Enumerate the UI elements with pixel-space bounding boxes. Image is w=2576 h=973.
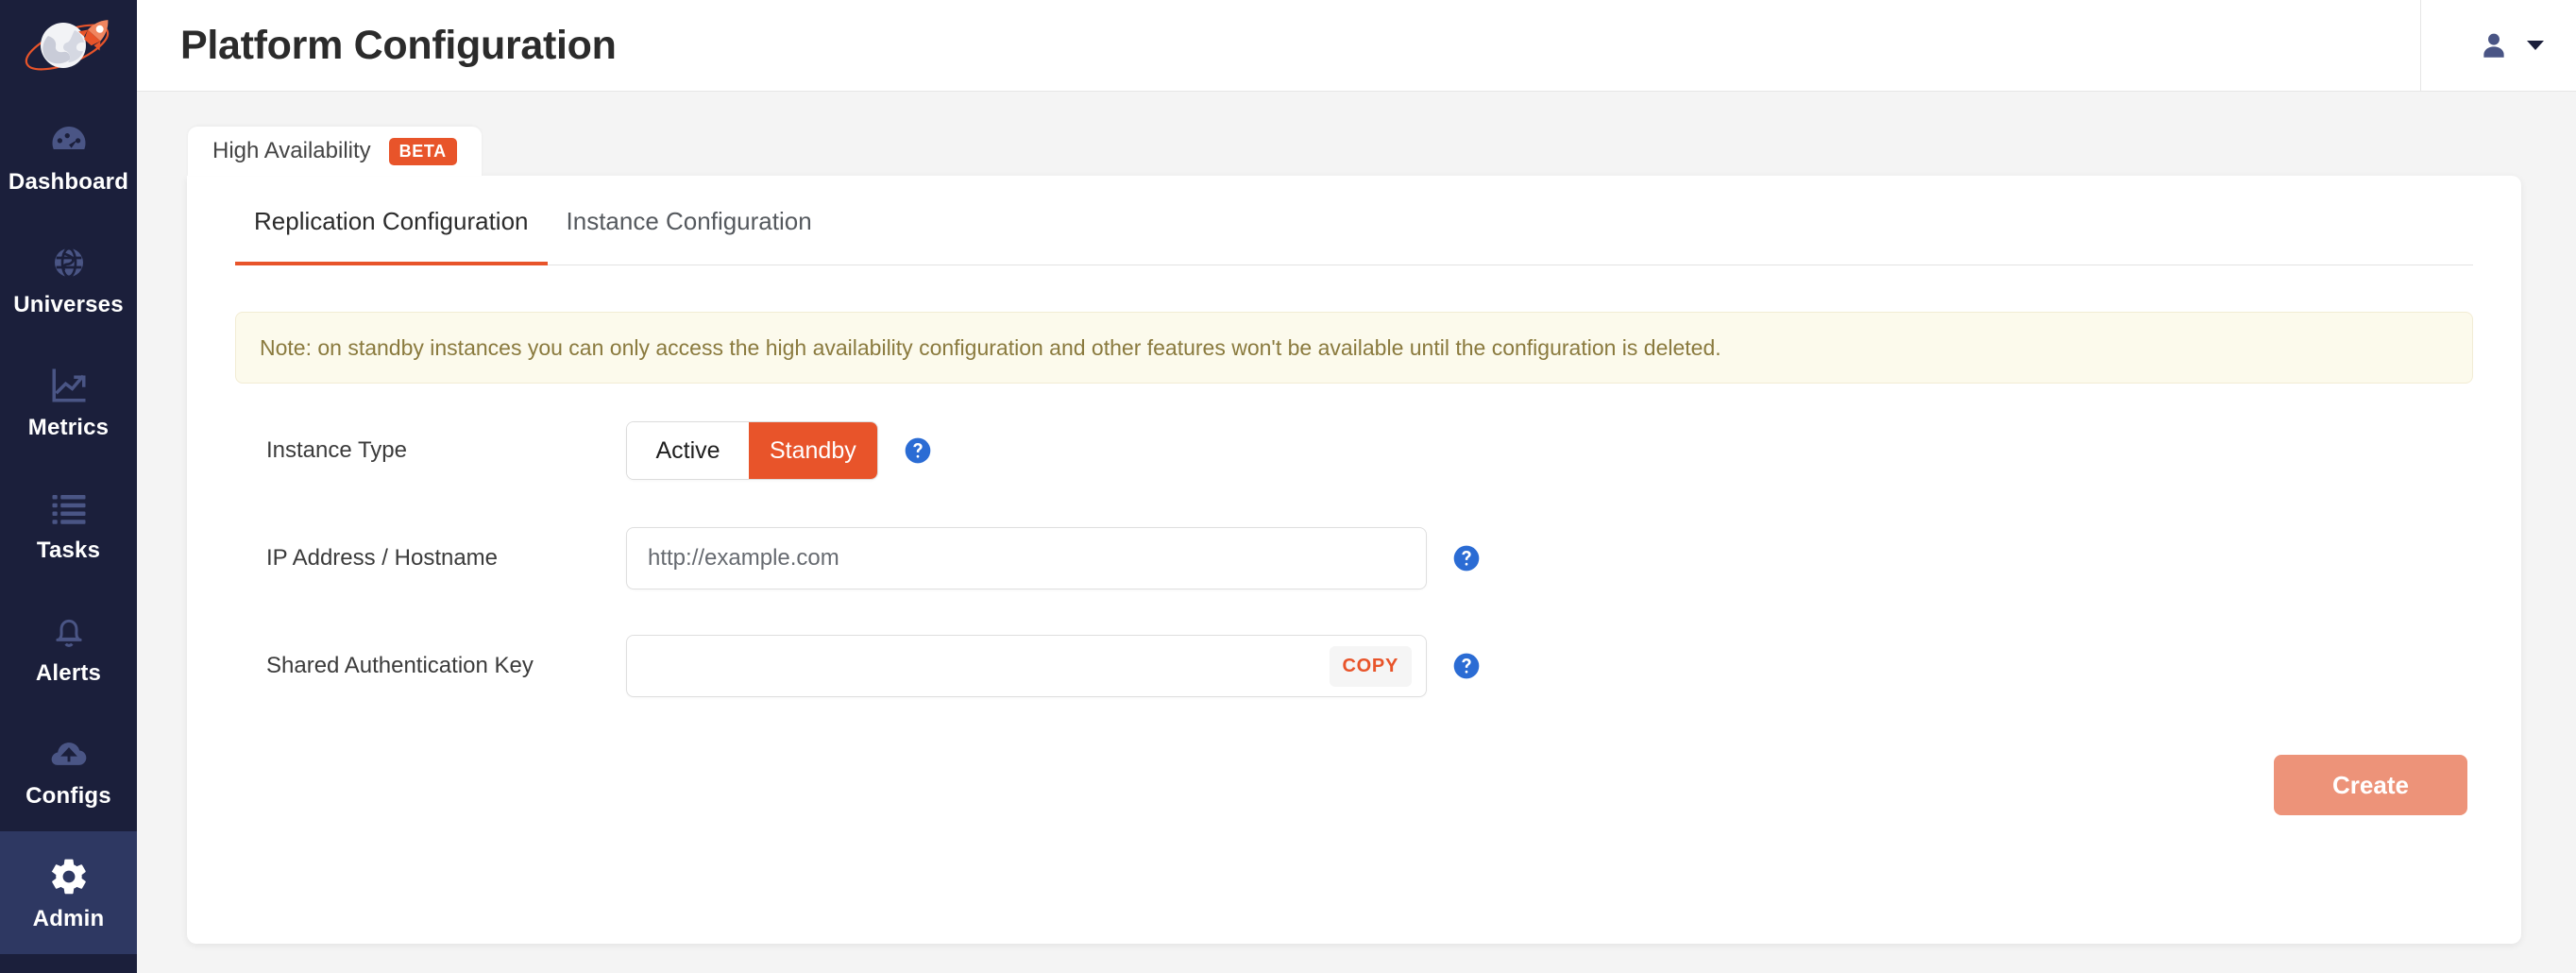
ip-address-label: IP Address / Hostname: [266, 545, 499, 571]
app-logo[interactable]: [0, 0, 137, 94]
replication-config-form: Instance Type Active Standby IP Address …: [235, 384, 2473, 815]
chevron-down-icon: [2527, 40, 2544, 51]
header-divider: [2420, 0, 2421, 92]
yugabyte-rocket-planet-logo: [25, 20, 109, 71]
instance-type-toggle-group[interactable]: Active Standby: [626, 421, 878, 480]
ip-address-input[interactable]: [626, 527, 1427, 589]
user-avatar-icon: [2478, 29, 2510, 61]
main-region: Platform Configuration High Availability…: [137, 0, 2576, 973]
sidebar-item-tasks[interactable]: Tasks: [0, 463, 137, 586]
form-row-ip-address: IP Address / Hostname: [235, 527, 2473, 589]
outer-tab-strip: High Availability BETA: [187, 127, 2521, 176]
sidebar-item-label: Admin: [32, 905, 105, 931]
tab-replication-configuration[interactable]: Replication Configuration: [235, 176, 548, 265]
page-title: Platform Configuration: [180, 22, 617, 68]
auth-key-label: Shared Authentication Key: [266, 653, 534, 678]
form-row-auth-key: Shared Authentication Key COPY: [235, 635, 2473, 697]
auth-key-input[interactable]: [627, 636, 1330, 696]
note-text: Note: on standby instances you can only …: [260, 334, 1721, 360]
sidebar-item-alerts[interactable]: Alerts: [0, 586, 137, 708]
tab-high-availability[interactable]: High Availability BETA: [188, 127, 482, 176]
auth-key-field-group: COPY: [626, 635, 1427, 697]
sidebar-item-label: Alerts: [35, 659, 102, 686]
page-header: Platform Configuration: [137, 0, 2576, 92]
chart-line-icon: [48, 365, 90, 406]
sub-tab-label: Replication Configuration: [254, 207, 529, 235]
form-row-instance-type: Instance Type Active Standby: [235, 419, 2473, 482]
sidebar: Dashboard Universes Metrics Tasks Alerts…: [0, 0, 137, 973]
instance-type-option-standby[interactable]: Standby: [749, 422, 877, 479]
sidebar-item-label: Configs: [25, 782, 111, 809]
tab-instance-configuration[interactable]: Instance Configuration: [548, 176, 831, 265]
cloud-upload-icon: [48, 733, 90, 775]
help-circle-icon[interactable]: [1451, 543, 1482, 573]
help-circle-icon[interactable]: [1451, 651, 1482, 681]
content-area: High Availability BETA Replication Confi…: [137, 92, 2576, 973]
sidebar-item-label: Metrics: [27, 414, 110, 440]
sidebar-item-metrics[interactable]: Metrics: [0, 340, 137, 463]
ha-config-card: Replication Configuration Instance Confi…: [187, 176, 2521, 944]
outer-tab-label: High Availability: [212, 138, 371, 163]
sidebar-item-universes[interactable]: Universes: [0, 217, 137, 340]
sidebar-item-dashboard[interactable]: Dashboard: [0, 94, 137, 217]
sub-tab-label: Instance Configuration: [566, 207, 812, 235]
sub-tab-strip: Replication Configuration Instance Confi…: [235, 176, 2473, 265]
sidebar-item-configs[interactable]: Configs: [0, 708, 137, 831]
globe-icon: [48, 242, 90, 283]
beta-badge: BETA: [388, 137, 457, 165]
instance-type-option-active[interactable]: Active: [627, 422, 749, 479]
user-menu-button[interactable]: [2478, 29, 2544, 61]
sidebar-item-label: Tasks: [36, 537, 101, 563]
app-root: Dashboard Universes Metrics Tasks Alerts…: [0, 0, 2576, 973]
copy-auth-key-button[interactable]: COPY: [1329, 645, 1412, 687]
header-right-region: [2420, 0, 2544, 92]
sidebar-item-label: Dashboard: [8, 168, 129, 195]
standby-note-banner: Note: on standby instances you can only …: [235, 312, 2473, 384]
gear-icon: [48, 856, 90, 897]
sidebar-item-admin[interactable]: Admin: [0, 831, 137, 954]
dashboard-gauge-icon: [48, 119, 90, 161]
help-circle-icon[interactable]: [903, 435, 933, 466]
sidebar-item-label: Universes: [13, 291, 124, 317]
create-button[interactable]: Create: [2274, 755, 2467, 815]
instance-type-label: Instance Type: [266, 437, 407, 463]
bell-icon: [48, 610, 90, 652]
card-footer: Create: [235, 743, 2473, 815]
list-icon: [48, 487, 90, 529]
